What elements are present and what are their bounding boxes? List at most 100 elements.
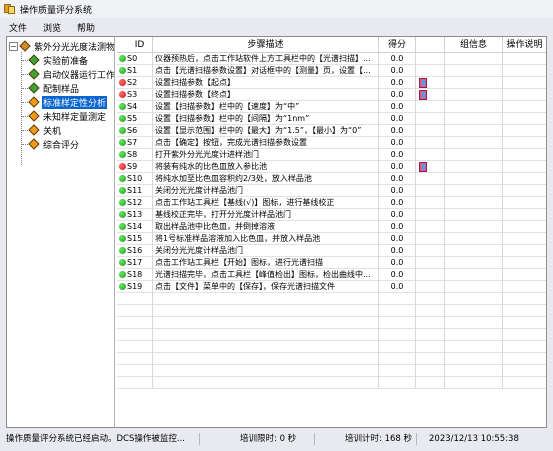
table-row[interactable]: S18 光谱扫描完毕，点击工具栏【峰值检出】图标，检出曲线中... 0.0 — [117, 269, 546, 281]
status-dot-icon — [119, 67, 126, 74]
menu-browse[interactable]: 浏览 — [34, 21, 68, 34]
tree-item[interactable]: 实验前准备 — [27, 53, 89, 67]
table-row[interactable]: S14 取出样品池中比色皿，并倒掉溶液 0.0 — [117, 221, 546, 233]
book-icon[interactable] — [419, 90, 427, 100]
group-info-cell — [445, 269, 503, 281]
tree-root[interactable]: − 紫外分光光度法测物质 — [9, 39, 114, 53]
table-row[interactable]: S0 仪器预热后，点击工作站软件上方工具栏中的【光谱扫描】... 0.0 — [117, 53, 546, 65]
tree-item-label: 未知样定量测定 — [43, 112, 107, 123]
tree-item[interactable]: 关机 — [27, 123, 62, 137]
menu-help[interactable]: 帮助 — [68, 21, 102, 34]
status-cell — [117, 137, 127, 149]
status-dot-icon — [119, 211, 126, 218]
step-description: 仪器预热后，点击工作站软件上方工具栏中的【光谱扫描】... — [153, 53, 379, 65]
orange-diamond-icon — [28, 109, 40, 122]
book-icon[interactable] — [419, 78, 427, 88]
menu-file[interactable]: 文件 — [0, 21, 34, 34]
group-info-cell — [445, 197, 503, 209]
operation-note-cell — [503, 53, 546, 65]
tree-item[interactable]: 未知样定量测定 — [27, 109, 107, 123]
header-score[interactable]: 得分 — [379, 37, 416, 53]
table-row[interactable]: S4 设置【扫描参数】栏中的【速度】为“中” 0.0 — [117, 101, 546, 113]
tree-connector — [21, 52, 22, 165]
table-row[interactable]: S16 关闭分光光度计样品池门 0.0 — [117, 245, 546, 257]
table-row[interactable]: S2 设置扫描参数【起点】 0.0 — [117, 77, 546, 89]
step-id: S4 — [127, 101, 153, 113]
operation-note-cell — [503, 113, 546, 125]
tree-item[interactable]: 启动仪器运行工作 — [27, 67, 114, 81]
detail-cell — [416, 245, 445, 257]
table-row[interactable]: S19 点击【文件】菜单中的【保存】，保存光谱扫描文件 0.0 — [117, 281, 546, 293]
detail-cell — [416, 173, 445, 185]
header-status — [117, 37, 127, 53]
operation-note-cell — [503, 161, 546, 173]
operation-note-cell — [503, 173, 546, 185]
header-id[interactable]: ID — [127, 37, 153, 53]
tree-item[interactable]: 标准样定性分析 — [27, 95, 108, 109]
table-row[interactable]: S11 关闭分光光度计样品池门 0.0 — [117, 185, 546, 197]
step-score: 0.0 — [379, 233, 416, 245]
step-description: 将装有纯水的比色皿放入参比池 — [153, 161, 379, 173]
step-score: 0.0 — [379, 269, 416, 281]
table-row[interactable]: S15 将1号标准样品溶液加入比色皿，并放入样品池 0.0 — [117, 233, 546, 245]
collapse-toggle-icon[interactable]: − — [9, 41, 18, 51]
step-id: S18 — [127, 269, 153, 281]
step-description: 光谱扫描完毕，点击工具栏【峰值检出】图标，检出曲线中... — [153, 269, 379, 281]
detail-cell — [416, 281, 445, 293]
table-row[interactable]: S3 设置扫描参数【终点】 0.0 — [117, 89, 546, 101]
step-id: S19 — [127, 281, 153, 293]
status-cell — [117, 125, 127, 137]
table-row[interactable]: S9 将装有纯水的比色皿放入参比池 0.0 — [117, 161, 546, 173]
table-row[interactable]: S8 打开紫外分光光度计进样池门 0.0 — [117, 149, 546, 161]
book-icon[interactable] — [419, 162, 427, 172]
step-score: 0.0 — [379, 245, 416, 257]
header-icon[interactable] — [416, 37, 445, 53]
table-row[interactable]: S10 将纯水加至比色皿容积约2/3处，放入样品池 0.0 — [117, 173, 546, 185]
table-row[interactable]: S17 点击工作站工具栏【开始】图标，进行光谱扫描 0.0 — [117, 257, 546, 269]
status-dot-icon — [119, 115, 126, 122]
detail-cell — [416, 89, 445, 101]
header-operation-note[interactable]: 操作说明 — [503, 37, 546, 53]
tree-item-label: 配制样品 — [43, 84, 80, 95]
tree-item[interactable]: 综合评分 — [27, 137, 80, 151]
table-row[interactable]: S12 点击工作站工具栏【基线(√)】图标，进行基线校正 0.0 — [117, 197, 546, 209]
status-cell — [117, 53, 127, 65]
step-description: 点击【确定】按钮，完成光谱扫描参数设置 — [153, 137, 379, 149]
table-row[interactable]: S5 设置【扫描参数】栏中的【间隔】为“1nm” 0.0 — [117, 113, 546, 125]
table-row[interactable]: S7 点击【确定】按钮，完成光谱扫描参数设置 0.0 — [117, 137, 546, 149]
empty-row — [117, 341, 546, 353]
app-icon — [4, 3, 16, 15]
group-info-cell — [445, 281, 503, 293]
status-dot-icon — [119, 175, 126, 182]
step-description: 设置扫描参数【终点】 — [153, 89, 379, 101]
step-id: S2 — [127, 77, 153, 89]
step-id: S5 — [127, 113, 153, 125]
header-description[interactable]: 步骤描述 — [153, 37, 379, 53]
empty-row — [117, 377, 546, 389]
step-tree: − 紫外分光光度法测物质 实验前准备启动仪器运行工作配制样品标准样定性分析未知样… — [7, 37, 115, 427]
step-score: 0.0 — [379, 53, 416, 65]
empty-row — [117, 317, 546, 329]
table-row[interactable]: S1 点击【光谱扫描参数设置】对话框中的【测量】页，设置【... 0.0 — [117, 65, 546, 77]
tree-item[interactable]: 配制样品 — [27, 81, 80, 95]
status-dot-icon — [119, 79, 126, 86]
group-info-cell — [445, 53, 503, 65]
table-row[interactable]: S13 基线校正完毕，打开分光度计样品池门 0.0 — [117, 209, 546, 221]
step-score: 0.0 — [379, 161, 416, 173]
step-score: 0.0 — [379, 77, 416, 89]
main-panel: − 紫外分光光度法测物质 实验前准备启动仪器运行工作配制样品标准样定性分析未知样… — [6, 36, 547, 428]
step-score: 0.0 — [379, 173, 416, 185]
group-info-cell — [445, 257, 503, 269]
step-description: 取出样品池中比色皿，并倒掉溶液 — [153, 221, 379, 233]
empty-row — [117, 305, 546, 317]
green-diamond-icon — [28, 67, 40, 80]
root-node-icon — [19, 39, 31, 52]
window-edge — [547, 36, 553, 428]
header-group-info[interactable]: 组信息 — [445, 37, 503, 53]
detail-cell — [416, 257, 445, 269]
status-cell — [117, 173, 127, 185]
table-row[interactable]: S6 设置【显示范围】栏中的【最大】为“1.5”，【最小】为“0” 0.0 — [117, 125, 546, 137]
status-cell — [117, 221, 127, 233]
step-description: 设置【扫描参数】栏中的【间隔】为“1nm” — [153, 113, 379, 125]
status-dot-icon — [119, 199, 126, 206]
